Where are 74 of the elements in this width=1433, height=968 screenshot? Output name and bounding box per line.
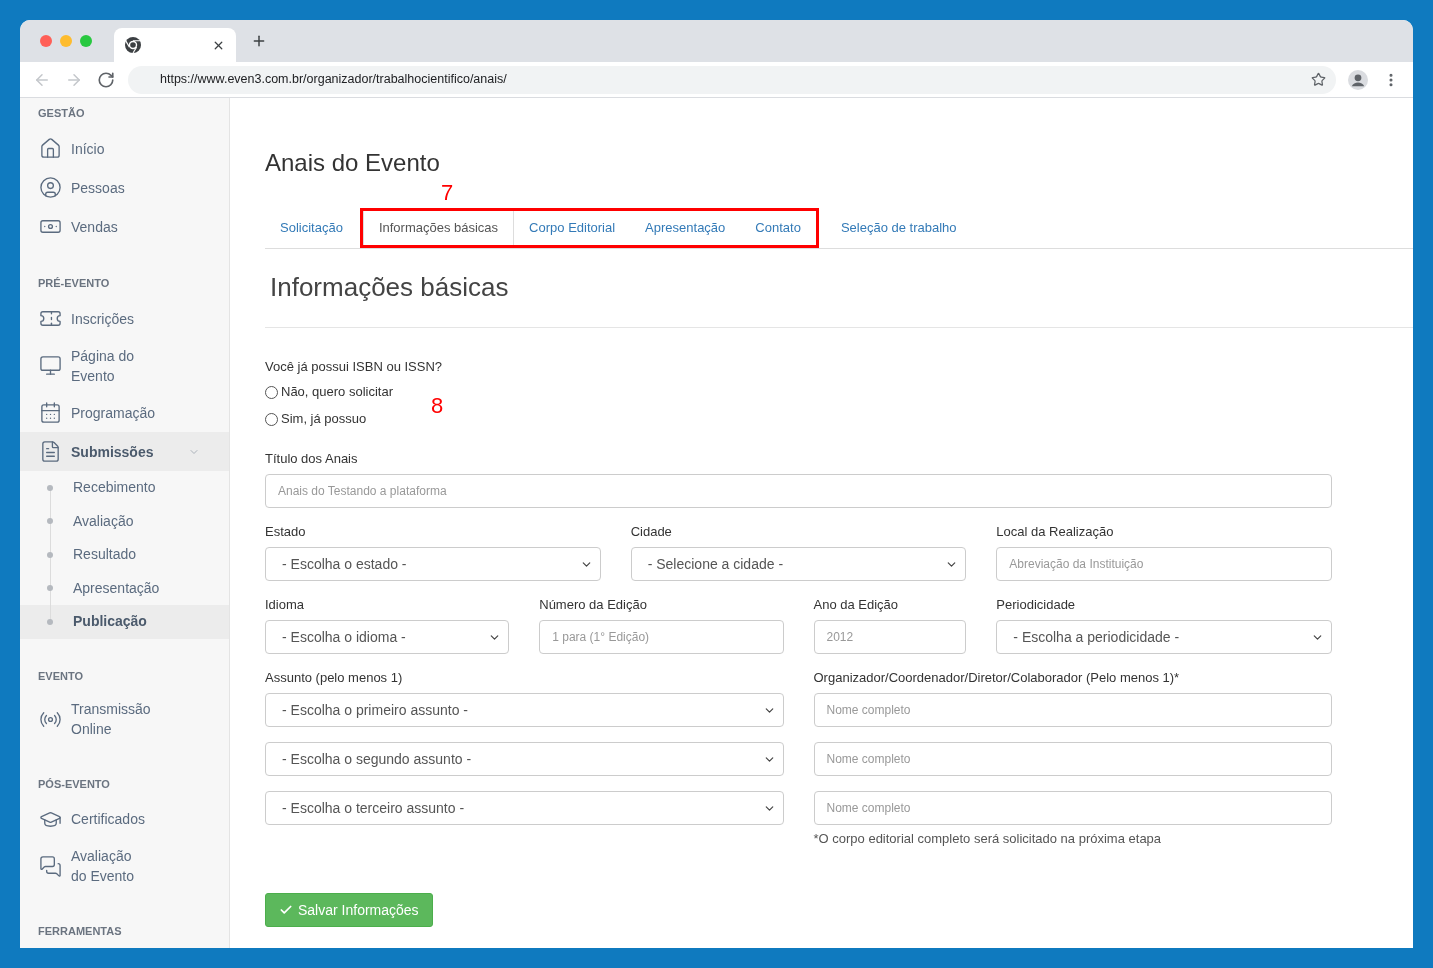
user-circle-icon [39, 176, 62, 199]
sidebar-section-title: PÓS-EVENTO [37, 776, 111, 792]
section-heading: Informações básicas [270, 271, 510, 304]
radio-button[interactable] [265, 412, 278, 426]
field-label: Cidade [630, 523, 673, 541]
field-label: Periodicidade [996, 596, 1077, 614]
select-field[interactable]: - Escolha o idioma - [265, 620, 510, 654]
sidebar-item[interactable]: Submissões [20, 432, 229, 471]
field-label: Local da Realização [996, 523, 1115, 541]
bookmark-star-icon[interactable] [1311, 72, 1326, 87]
select-field[interactable]: - Escolha o segundo assunto - [265, 742, 784, 776]
reload-icon[interactable] [97, 70, 115, 89]
input-field[interactable]: 2012 [813, 620, 967, 654]
field-label: Título dos Anais [265, 450, 359, 468]
sidebar-item[interactable]: Início [20, 129, 229, 168]
field-label: Idioma [265, 596, 306, 614]
sidebar-subitem[interactable]: Apresentação [20, 571, 229, 605]
select-field[interactable]: - Escolha o estado - [265, 547, 601, 581]
tab[interactable]: Contato [740, 211, 816, 245]
tab[interactable]: Apresentação [630, 211, 741, 245]
field-label: Ano da Edição [813, 596, 900, 614]
sidebar-item[interactable]: Programação [20, 393, 229, 432]
radio-label: Não, quero solicitar [281, 383, 393, 401]
field-label: Número da Edição [539, 596, 648, 614]
page-title: Anais do Evento [265, 148, 441, 178]
input-field[interactable]: 1 para (1° Edição) [539, 620, 784, 654]
sidebar-section-title: PRÉ-EVENTO [37, 276, 111, 291]
tab[interactable]: Informações básicas [362, 211, 515, 245]
document-icon [39, 440, 62, 463]
new-tab-icon[interactable] [251, 33, 267, 49]
help-note: *O corpo editorial completo será solicitado na próxima etapa [813, 830, 1163, 848]
sidebar-item[interactable]: Vendas [20, 207, 229, 246]
sidebar-item[interactable]: Inscrições [20, 299, 229, 338]
sidebar-subitem[interactable]: Resultado [20, 538, 229, 572]
sidebar-item[interactable]: Certificados [20, 799, 229, 839]
input-field[interactable]: Nome completo [813, 742, 1332, 776]
question-label: Você já possui ISBN ou ISSN? [265, 358, 444, 376]
select-field[interactable]: - Escolha o primeiro assunto - [265, 693, 784, 727]
browser-tab[interactable] [114, 28, 236, 62]
sidebar-subitem[interactable]: Avaliação [20, 504, 229, 538]
chat-bubbles-icon [39, 854, 62, 878]
tab[interactable]: Solicitação [265, 208, 358, 248]
radio-label: Sim, já possuo [281, 410, 367, 428]
sidebar-item[interactable]: Pessoas [20, 168, 229, 207]
radio-button[interactable] [265, 385, 278, 399]
house-icon [39, 137, 62, 160]
calendar-icon [39, 401, 62, 424]
profile-avatar-icon[interactable] [1348, 69, 1368, 90]
sidebar-section-title: FERRAMENTAS [37, 923, 123, 939]
select-field[interactable]: - Selecione a cidade - [630, 547, 967, 581]
sidebar-item[interactable]: Página do Evento [20, 338, 229, 393]
tab[interactable]: Seleção de trabalho [825, 208, 972, 248]
sidebar-item[interactable]: Avaliação do Evento [20, 838, 229, 894]
address-bar[interactable]: https://www.even3.com.br/organizador/trabalhocientifico/anais/ [128, 65, 1336, 94]
annotation-number: 7 [440, 180, 454, 206]
tab[interactable]: Corpo Editorial [514, 211, 631, 245]
sidebar-subitem[interactable]: Recebimento [20, 471, 229, 505]
input-field[interactable]: Nome completo [813, 791, 1332, 825]
annotation-number: 8 [431, 392, 444, 419]
sidebar-section-title: EVENTO [37, 668, 85, 684]
field-label: Organizador/Coordenador/Diretor/Colaborador (Pelo menos 1)* [813, 669, 1181, 687]
select-field[interactable]: - Escolha o terceiro assunto - [265, 791, 784, 825]
field-label: Estado [265, 523, 307, 541]
favicon-icon [125, 37, 141, 53]
sidebar-section-title: GESTÃO [37, 106, 86, 121]
sidebar-subitem[interactable]: Publicação [20, 605, 229, 639]
sidebar-item[interactable]: Transmissão Online [20, 691, 229, 747]
field-label: Assunto (pelo menos 1) [265, 669, 404, 687]
input-field[interactable]: Anais do Testando a plataforma [265, 474, 1332, 508]
check-icon [279, 903, 293, 917]
select-field[interactable]: - Escolha a periodicidade - [996, 620, 1332, 654]
input-field[interactable]: Abreviação da Instituição [996, 547, 1332, 581]
input-field[interactable]: Nome completo [813, 693, 1332, 727]
monitor-icon [39, 354, 62, 377]
